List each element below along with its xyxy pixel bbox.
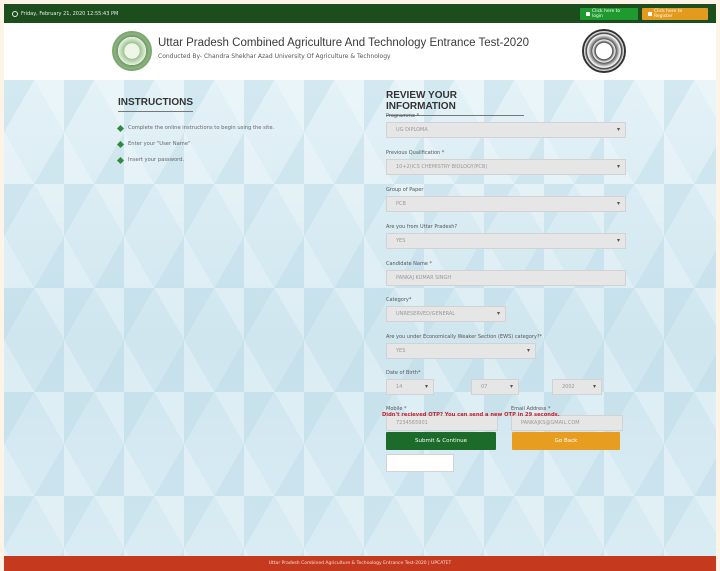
university-logo: [112, 31, 152, 71]
candidate-name-label: Candidate Name *: [386, 261, 432, 267]
instruction-text: Insert your password.: [128, 157, 185, 163]
dob-day-value: 14: [396, 384, 403, 390]
clock-icon: [12, 10, 18, 17]
from-up-select[interactable]: YES: [386, 233, 626, 249]
category-group: Category* UNRESERVED/GENERAL: [386, 297, 506, 322]
candidate-name-group: Candidate Name * PANKAJ KUMAR SINGH: [386, 261, 626, 286]
dob-label: Date of Birth*: [386, 370, 421, 376]
register-button[interactable]: Click here to Register: [642, 7, 708, 20]
datetime-text: Friday, February 21, 2020 12:55:43 PM: [21, 10, 119, 17]
bullet-icon: [116, 156, 125, 164]
dob-year-select[interactable]: 2002: [552, 379, 602, 395]
page-footer: Uttar Pradesh Combined Agriculture & Tec…: [4, 556, 716, 571]
programme-value: UG DIPLOMA: [396, 127, 428, 133]
paper-group-value: PCB: [396, 201, 406, 207]
bullet-icon: [116, 140, 125, 148]
instruction-text: Complete the online instructions to begi…: [128, 125, 275, 131]
candidate-name-value: PANKAJ KUMAR SINGH: [396, 275, 452, 281]
list-item: Enter your "User Name": [116, 140, 328, 148]
list-item: Insert your password.: [116, 156, 328, 164]
instruction-text: Enter your "User Name": [128, 141, 191, 147]
login-button[interactable]: Click here to login: [580, 7, 638, 20]
candidate-name-input[interactable]: PANKAJ KUMAR SINGH: [386, 270, 626, 286]
otp-input[interactable]: [386, 454, 454, 472]
dob-group: Date of Birth* 14 07 2002: [386, 370, 626, 395]
email-value: PANKAJKS@GMAIL.COM: [521, 420, 580, 426]
programme-select[interactable]: UG DIPLOMA: [386, 122, 626, 138]
ews-value: YES: [396, 348, 406, 354]
from-up-label: Are you from Uttar Pradesh?: [386, 224, 458, 230]
paper-group: Group of Paper PCB: [386, 187, 626, 212]
dob-day-select[interactable]: 14: [386, 379, 434, 395]
ews-group: Are you under Economically Weaker Sectio…: [386, 334, 543, 359]
top-bar: Friday, February 21, 2020 12:55:43 PM Cl…: [4, 4, 716, 23]
login-icon: [586, 11, 590, 16]
dob-month-select[interactable]: 07: [471, 379, 519, 395]
instructions-heading: INSTRUCTIONS: [118, 97, 193, 112]
qualification-select[interactable]: 10+2(ICS CHEMISTRY BIOLOGY/PCB): [386, 159, 626, 175]
ews-label: Are you under Economically Weaker Sectio…: [386, 334, 543, 340]
datetime: Friday, February 21, 2020 12:55:43 PM: [12, 10, 119, 17]
dob-year-value: 2002: [562, 384, 575, 390]
from-up-group: Are you from Uttar Pradesh? YES: [386, 224, 626, 249]
page-subtitle: Conducted By- Chandra Shekhar Azad Unive…: [158, 53, 391, 60]
page-header: Uttar Pradesh Combined Agriculture And T…: [4, 23, 716, 80]
category-label: Category*: [386, 297, 412, 303]
instructions-panel: INSTRUCTIONS Complete the online instruc…: [116, 90, 328, 173]
mobile-group: Mobile * 7234565901: [386, 406, 498, 431]
dob-month-value: 07: [481, 384, 488, 390]
from-up-value: YES: [396, 238, 406, 244]
state-emblem-logo: [582, 29, 626, 73]
bullet-icon: [116, 124, 125, 132]
paper-group-label: Group of Paper: [386, 187, 424, 193]
auth-buttons: Click here to login Click here to Regist…: [580, 7, 708, 20]
submit-continue-button[interactable]: Submit & Continue: [386, 432, 496, 450]
login-label: Click here to login: [591, 8, 621, 19]
main-content: INSTRUCTIONS Complete the online instruc…: [4, 80, 716, 556]
ews-select[interactable]: YES: [386, 343, 536, 359]
register-label: Click here to Register: [653, 8, 683, 19]
programme-group: Programme * UG DIPLOMA: [386, 113, 626, 138]
qualification-group: Previous Qualification * 10+2(ICS CHEMIS…: [386, 150, 626, 175]
qualification-label: Previous Qualification *: [386, 150, 445, 156]
go-back-button[interactable]: Go Back: [512, 432, 620, 450]
email-group: Email Address * PANKAJKS@GMAIL.COM: [511, 406, 623, 431]
instructions-list: Complete the online instructions to begi…: [116, 124, 328, 164]
page-title: Uttar Pradesh Combined Agriculture And T…: [158, 37, 529, 49]
list-item: Complete the online instructions to begi…: [116, 124, 328, 132]
mobile-value: 7234565901: [396, 420, 428, 426]
qualification-value: 10+2(ICS CHEMISTRY BIOLOGY/PCB): [396, 164, 488, 170]
category-value: UNRESERVED/GENERAL: [396, 311, 456, 317]
paper-group-select[interactable]: PCB: [386, 196, 626, 212]
register-icon: [648, 11, 652, 16]
otp-resend-message: Didn't recieved OTP? You can send a new …: [382, 412, 560, 418]
category-select[interactable]: UNRESERVED/GENERAL: [386, 306, 506, 322]
programme-label: Programme *: [386, 113, 420, 119]
